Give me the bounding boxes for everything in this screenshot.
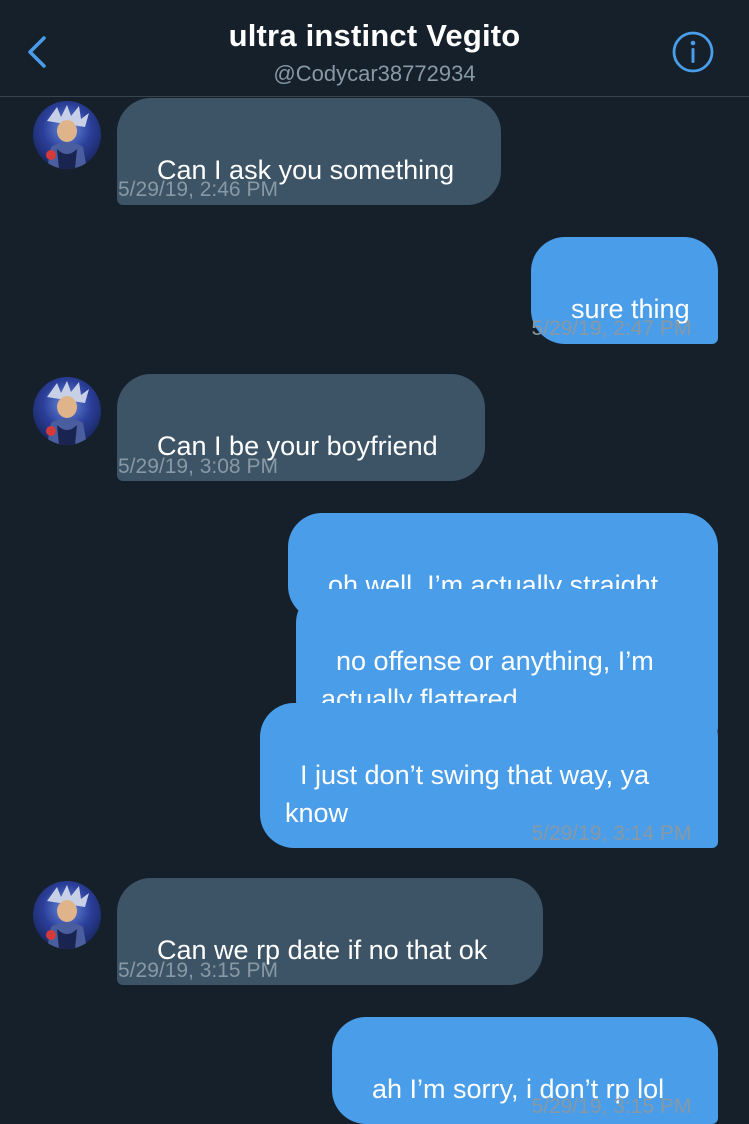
message-timestamp: 5/29/19, 2:46 PM xyxy=(118,178,278,201)
message-timestamp: 5/29/19, 3:08 PM xyxy=(118,455,278,478)
avatar-image xyxy=(46,381,89,445)
avatar[interactable] xyxy=(33,881,101,949)
message-timestamp-row: 5/29/19, 3:14 PM ✓ xyxy=(531,821,715,846)
conversation-title[interactable]: ultra instinct Vegito xyxy=(0,18,749,54)
message-timestamp-row: 5/29/19, 2:47 PM ✓ xyxy=(531,316,715,341)
info-button[interactable] xyxy=(671,30,715,74)
conversation-header: ultra instinct Vegito @Codycar38772934 xyxy=(0,0,749,97)
message-text: I just don’t swing that way, ya know xyxy=(285,760,657,828)
checkmark-icon: ✓ xyxy=(697,822,715,845)
avatar[interactable] xyxy=(33,377,101,445)
avatar-image xyxy=(46,105,89,169)
message-timestamp: 5/29/19, 3:15 PM xyxy=(118,959,278,982)
checkmark-icon: ✓ xyxy=(697,317,715,340)
avatar-image xyxy=(46,885,89,949)
conversation-handle: @Codycar38772934 xyxy=(273,61,476,86)
message-timestamp: 5/29/19, 3:14 PM xyxy=(531,822,692,845)
message-timestamp: 5/29/19, 2:47 PM xyxy=(531,317,692,340)
info-icon xyxy=(672,31,714,73)
avatar[interactable] xyxy=(33,101,101,169)
